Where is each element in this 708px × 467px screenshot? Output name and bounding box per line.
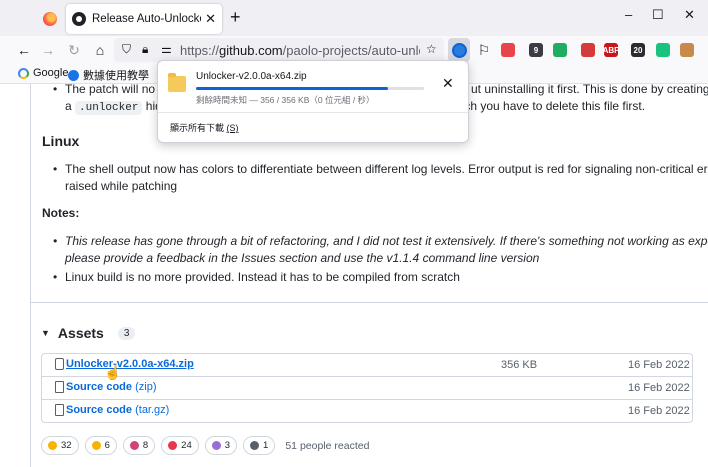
asset-date: 16 Feb 2022 bbox=[628, 359, 690, 371]
asset-size: 356 KB bbox=[501, 359, 538, 371]
unlocker-code: .unlocker bbox=[75, 101, 143, 115]
panel-divider bbox=[158, 112, 468, 113]
download-progress-icon bbox=[451, 42, 467, 58]
permissions-icon[interactable]: ⚌ bbox=[161, 42, 172, 56]
reaction-laugh[interactable]: 6 bbox=[84, 436, 117, 455]
bookmark-google[interactable]: Google bbox=[18, 67, 68, 79]
reaction-summary: 51 people reacted bbox=[285, 439, 370, 452]
show-all-downloads-button[interactable]: 顯示所有下載 (S) bbox=[170, 121, 239, 134]
tab-release[interactable]: Release Auto-Unlocker v2.0.0a ✕ bbox=[66, 4, 222, 34]
extension-badge-icon[interactable]: 20 bbox=[631, 43, 645, 57]
patch-note-line2-start: a .unlocker hidd bbox=[65, 97, 168, 118]
new-tab-button[interactable]: + bbox=[230, 8, 241, 26]
reaction-heart[interactable]: 24 bbox=[161, 436, 199, 455]
thumbs-up-icon bbox=[48, 441, 57, 450]
extension-9-icon[interactable]: 9 bbox=[529, 43, 543, 57]
laugh-icon bbox=[91, 441, 101, 450]
github-icon bbox=[72, 12, 86, 26]
asset-link[interactable]: Source code (tar.gz) bbox=[66, 404, 169, 416]
lock-icon[interactable]: 🔒︎ bbox=[142, 42, 148, 57]
downloads-panel: Unlocker-v2.0.0a-x64.zip 剩餘時間未知 — 356 / … bbox=[157, 60, 469, 143]
extension-ext-green-icon[interactable] bbox=[553, 43, 567, 57]
cancel-download-icon[interactable]: ✕ bbox=[442, 75, 454, 92]
shield-icon[interactable]: ⛉ bbox=[122, 42, 131, 57]
linux-bullet-cont: raised while patching bbox=[65, 179, 178, 193]
tab-close-icon[interactable]: ✕ bbox=[205, 11, 216, 27]
extension-abp-icon[interactable]: ABP bbox=[603, 43, 619, 57]
eyes-icon bbox=[250, 441, 260, 450]
linux-heading: Linux bbox=[42, 133, 80, 149]
archive-file-icon bbox=[168, 73, 186, 92]
rocket-icon bbox=[211, 441, 221, 450]
url-text[interactable]: https://github.com/paolo-projects/auto-u… bbox=[180, 43, 420, 58]
asset-link[interactable]: Source code (zip) bbox=[66, 381, 156, 393]
extension-ext-red-icon[interactable] bbox=[581, 43, 595, 57]
google-icon bbox=[18, 67, 29, 79]
tab-bar: Release Auto-Unlocker v2.0.0a ✕ + – ☐ ✕ bbox=[0, 0, 708, 36]
bookmark-label: Google bbox=[33, 67, 69, 79]
asset-date: 16 Feb 2022 bbox=[628, 382, 690, 394]
hand-cursor-icon: ☝ bbox=[104, 364, 122, 380]
asset-link[interactable]: Unlocker-v2.0.0a-x64.zip bbox=[66, 358, 194, 370]
asset-row: Source code (zip) 16 Feb 2022 bbox=[42, 377, 692, 400]
extension-ext-animal-icon[interactable] bbox=[680, 43, 694, 57]
reload-icon[interactable]: ↻ bbox=[64, 40, 84, 60]
assets-toggle[interactable]: ▼ Assets 3 bbox=[41, 325, 136, 341]
asset-row: Source code (tar.gz) 16 Feb 2022 bbox=[42, 400, 692, 423]
download-progress-fill bbox=[196, 87, 388, 90]
minimize-button[interactable]: – bbox=[625, 7, 632, 22]
reaction-eyes[interactable]: 1 bbox=[243, 436, 276, 455]
hooray-icon bbox=[129, 441, 139, 450]
assets-title: Assets bbox=[57, 325, 104, 341]
maximize-button[interactable]: ☐ bbox=[652, 7, 664, 23]
download-filename[interactable]: Unlocker-v2.0.0a-x64.zip bbox=[196, 71, 307, 82]
extension-pocket-icon[interactable] bbox=[501, 43, 515, 57]
patch-note-line2-end: tch you have to delete this file first. bbox=[461, 99, 646, 113]
close-window-button[interactable]: ✕ bbox=[684, 7, 695, 23]
note-2: Linux build is no more provided. Instead… bbox=[53, 268, 460, 287]
extensions-icon[interactable]: ⚐ bbox=[474, 40, 494, 60]
bookmark-site-icon bbox=[68, 69, 79, 81]
file-zip-icon bbox=[55, 404, 64, 416]
home-icon[interactable]: ⌂ bbox=[90, 40, 110, 60]
forward-icon[interactable]: → bbox=[38, 40, 58, 60]
divider bbox=[31, 302, 708, 303]
assets-count: 3 bbox=[117, 326, 136, 340]
asset-date: 16 Feb 2022 bbox=[628, 405, 690, 417]
notes-heading: Notes: bbox=[42, 206, 80, 220]
file-zip-icon bbox=[55, 381, 64, 393]
caret-down-icon: ▼ bbox=[41, 328, 50, 338]
tab-title: Release Auto-Unlocker v2.0.0a bbox=[92, 13, 201, 25]
download-status: 剩餘時間未知 — 356 / 356 KB（0 位元組 / 秒） bbox=[196, 95, 375, 105]
note-1-cont: please provide a feedback in the Issues … bbox=[65, 251, 540, 265]
package-icon bbox=[55, 358, 64, 370]
asset-list: Unlocker-v2.0.0a-x64.zip 356 KB 16 Feb 2… bbox=[41, 353, 693, 423]
bookmark-star-icon[interactable]: ☆ bbox=[426, 42, 437, 56]
reactions-bar: 32 6 8 24 3 1 51 people reacted bbox=[41, 436, 369, 455]
download-progress-bar bbox=[196, 87, 424, 90]
tab-firefox[interactable] bbox=[36, 6, 64, 32]
asset-row: Unlocker-v2.0.0a-x64.zip 356 KB 16 Feb 2… bbox=[42, 354, 692, 377]
back-icon[interactable]: ← bbox=[14, 40, 34, 60]
extension-ext-stripes-icon[interactable] bbox=[656, 43, 670, 57]
reaction-rocket[interactable]: 3 bbox=[204, 436, 238, 455]
reaction-thumbs-up[interactable]: 32 bbox=[41, 436, 79, 455]
heart-icon bbox=[168, 441, 178, 450]
downloads-button[interactable] bbox=[448, 38, 470, 62]
url-bar[interactable]: ⛉ 🔒︎ ⚌ https://github.com/paolo-projects… bbox=[114, 38, 444, 62]
firefox-icon bbox=[43, 12, 57, 26]
reaction-hooray[interactable]: 8 bbox=[122, 436, 156, 455]
